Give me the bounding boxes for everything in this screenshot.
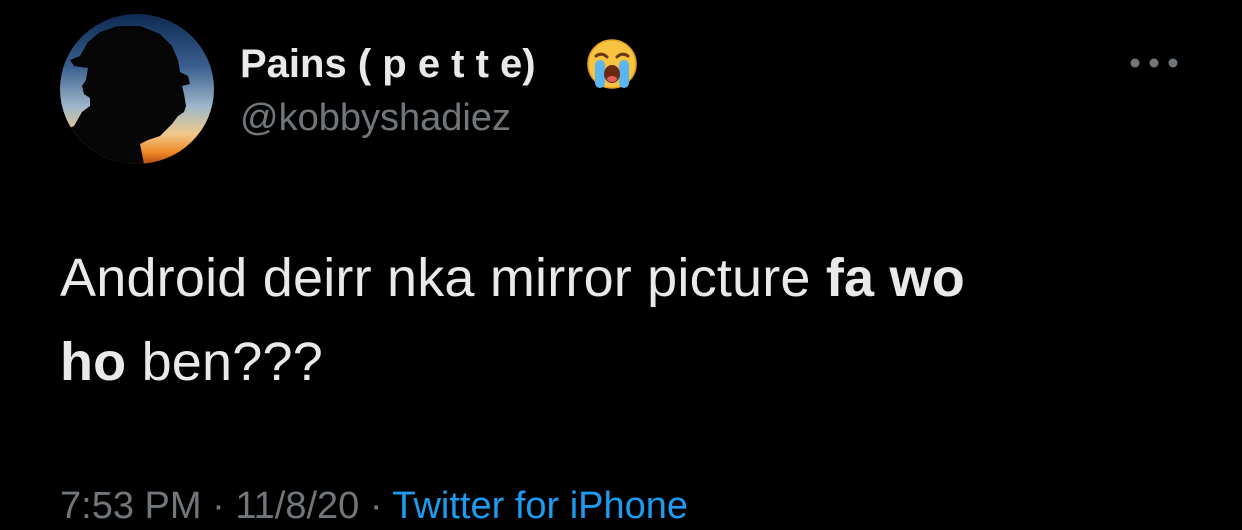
- tweet-text-part: Android deirr nka mirror picture: [60, 248, 826, 308]
- loudly-crying-face-emoji-icon: [587, 39, 637, 89]
- meta-separator: ·: [201, 485, 236, 527]
- tweet-text-bold: fa wo: [825, 248, 965, 308]
- avatar-silhouette: [60, 26, 190, 164]
- tweet-time[interactable]: 7:53 PM: [60, 485, 202, 527]
- tweet-text-part: ben???: [126, 332, 323, 392]
- meta-separator: ·: [359, 485, 393, 527]
- tweet-source-link[interactable]: Twitter for iPhone: [392, 485, 688, 527]
- author-display-name[interactable]: Pains ( p e t t e): [240, 38, 536, 90]
- tweet-text-bold: ho: [60, 332, 127, 392]
- tweet-text: Android deirr nka mirror picture fa wo ho…: [60, 236, 1200, 404]
- more-horizontal-icon[interactable]: [1128, 56, 1180, 70]
- author-handle[interactable]: @kobbyshadiez: [240, 94, 511, 142]
- avatar[interactable]: [60, 14, 214, 164]
- tweet-date[interactable]: 11/8/20: [235, 485, 359, 527]
- tweet-metadata: 7:53 PM · 11/8/20 · Twitter for iPhone: [60, 482, 688, 530]
- tweet: Pains ( p e t t e) @kobbyshadiez Android…: [0, 0, 1242, 527]
